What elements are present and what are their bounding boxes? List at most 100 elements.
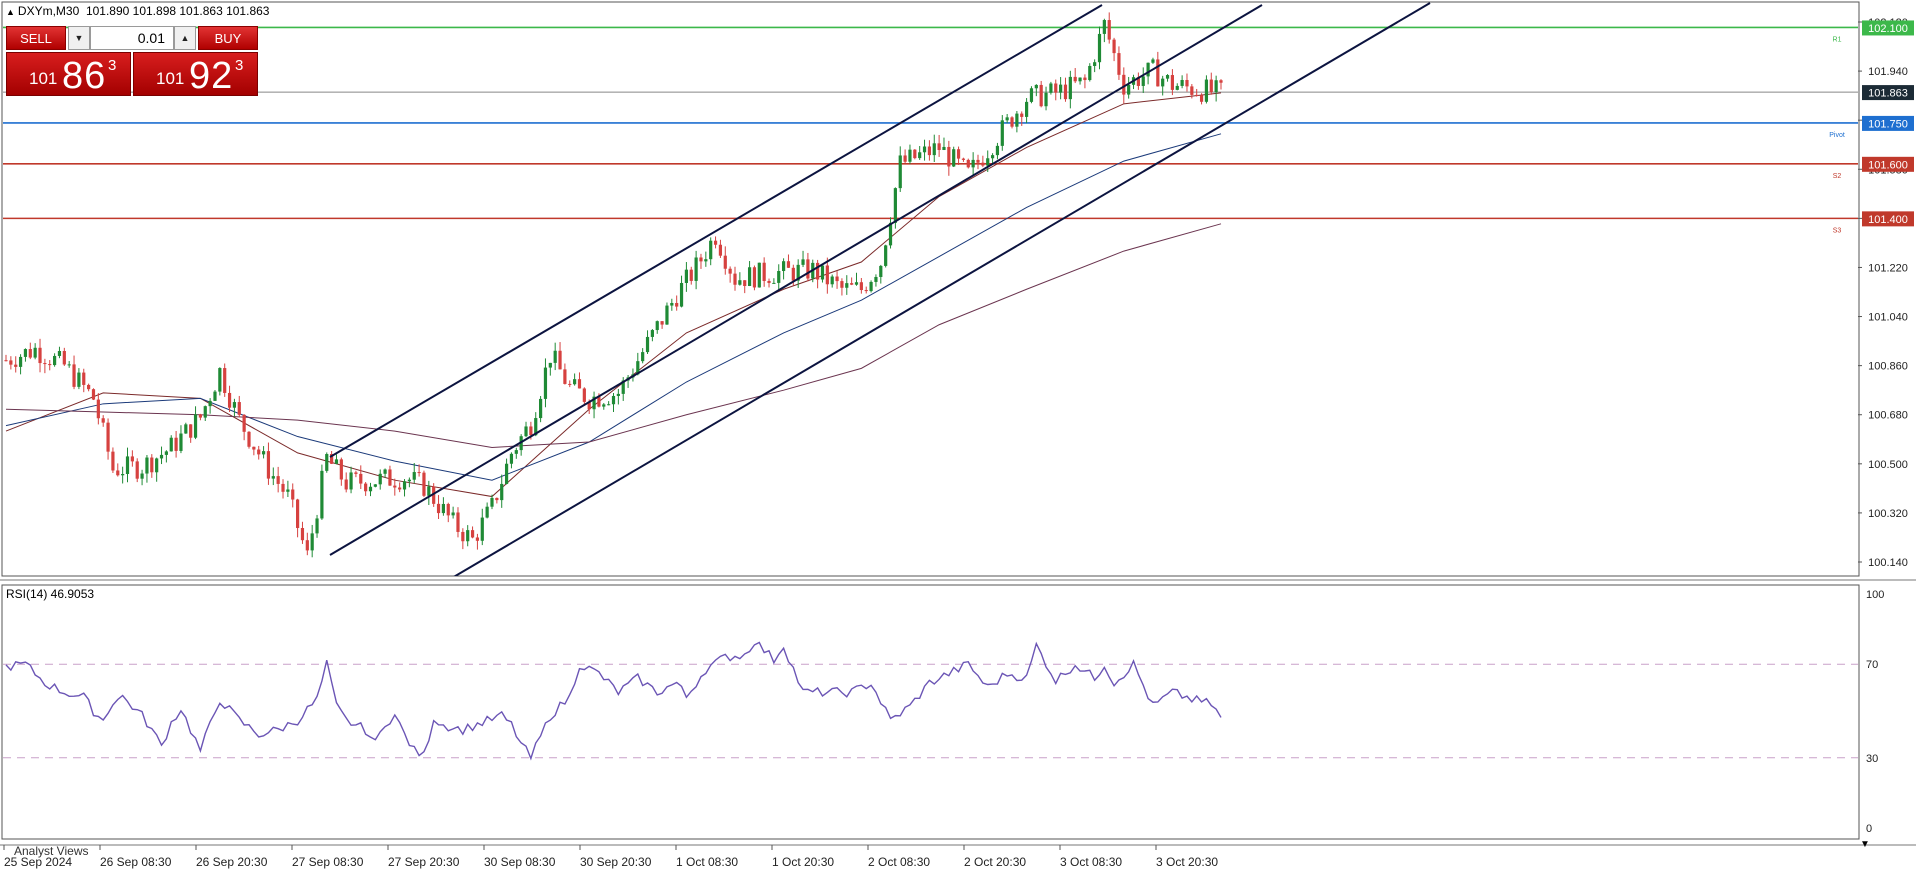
candle-body [543,367,548,399]
candle-body [349,472,353,490]
main-pane-frame [1,1,1860,577]
sell-price-button[interactable]: 101 86 3 [6,52,131,97]
candle-body [91,389,96,400]
candle-body [1083,77,1087,81]
chevron-down-icon: ▼ [74,33,84,43]
price-chart[interactable]: 102.120101.940101.760101.580101.400101.2… [0,0,1916,874]
candle-body [607,404,611,406]
candle-body [913,149,917,159]
candle-body [466,530,470,542]
candle-body [208,400,212,407]
candle-body [378,473,382,485]
candle-body [53,355,57,366]
rsi-y-tick-label: 30 [1866,753,1878,765]
candle-body [952,149,956,167]
candle-body [582,388,586,402]
candle-body [62,350,66,365]
sell-price-big: 86 [62,55,107,97]
candle-body [359,473,363,484]
candle-body [82,372,86,385]
candle-body [364,483,368,492]
lot-increase-button[interactable]: ▲ [174,26,196,50]
candle-body [990,155,995,159]
moving-average-line-1 [5,92,1222,498]
lot-size-input[interactable]: 0.01 [90,26,174,50]
candle-body [660,321,664,325]
x-tick-label: 2 Oct 08:30 [868,855,930,869]
candle-body [859,282,863,291]
channel-line-2[interactable] [329,4,1263,556]
candle-body [281,483,285,492]
candle-body [1102,20,1106,34]
candle-body [553,350,557,363]
candle-body [684,269,688,283]
candle-body [446,503,450,516]
y-tick-label: 100.500 [1868,459,1908,471]
symbol-header: ▲ DXYm,M30 101.890 101.898 101.863 101.86… [6,4,269,18]
candle-body [850,283,854,285]
level-price-tag: 102.100 [1868,23,1908,35]
analyst-views-tab[interactable]: Analyst Views [14,844,88,858]
level-tag-r1: R1 [1833,36,1842,43]
scroll-down-icon[interactable]: ▼ [1860,839,1870,850]
candle-body [947,146,951,167]
candle-body [675,302,679,307]
y-tick-label: 100.320 [1868,508,1908,520]
candle-body [101,418,105,423]
candle-body [1204,79,1209,102]
trading-chart-window: 102.120101.940101.760101.580101.400101.2… [0,0,1916,874]
level-price-tag: 101.750 [1868,118,1908,130]
candle-body [470,530,475,538]
candle-body [1059,84,1063,93]
candle-body [247,431,251,447]
candle-body [189,424,193,438]
candle-body [1127,84,1131,95]
candle-body [480,517,484,541]
candle-body [665,305,669,325]
candle-body [1170,75,1174,90]
candle-body [1097,33,1102,63]
triangle-up-icon: ▲ [6,7,15,17]
candle-body [198,414,202,418]
candle-body [1185,79,1189,87]
sell-button[interactable]: SELL [6,26,66,50]
candle-body [461,531,465,542]
candle-body [1219,80,1223,83]
candle-body [383,469,387,474]
candle-body [956,149,961,159]
candle-body [1093,62,1097,66]
level-tag-s3: S3 [1833,227,1842,234]
candle-body [825,265,829,285]
channel-line-3[interactable] [440,2,1431,585]
channel-line-1[interactable] [329,4,1103,458]
candle-body [524,426,528,437]
candle-body [772,282,776,284]
candle-body [1112,39,1116,54]
candle-body [23,349,28,357]
candle-body [72,364,76,387]
y-tick-label: 100.140 [1868,557,1908,569]
buy-price-button[interactable]: 101 92 3 [133,52,258,97]
candle-body [96,399,100,419]
rsi-y-tick-label: 0 [1866,823,1872,835]
candle-body [689,269,693,281]
candle-body [728,268,732,274]
candle-body [757,262,761,288]
candle-body [548,362,552,368]
candle-body [28,349,32,358]
candle-body [1049,83,1053,93]
candle-body [694,257,698,281]
buy-button[interactable]: BUY [198,26,258,50]
rsi-y-tick-label: 100 [1866,589,1884,601]
candle-body [616,393,620,396]
candle-body [495,497,499,501]
candle-body [500,483,504,501]
candle-body [835,276,839,282]
candle-body [1039,84,1043,107]
candle-body [961,158,966,160]
candle-body [577,379,582,389]
lot-decrease-button[interactable]: ▼ [68,26,90,50]
candle-body [441,503,445,514]
candle-body [310,533,314,551]
candle-body [1209,79,1213,93]
